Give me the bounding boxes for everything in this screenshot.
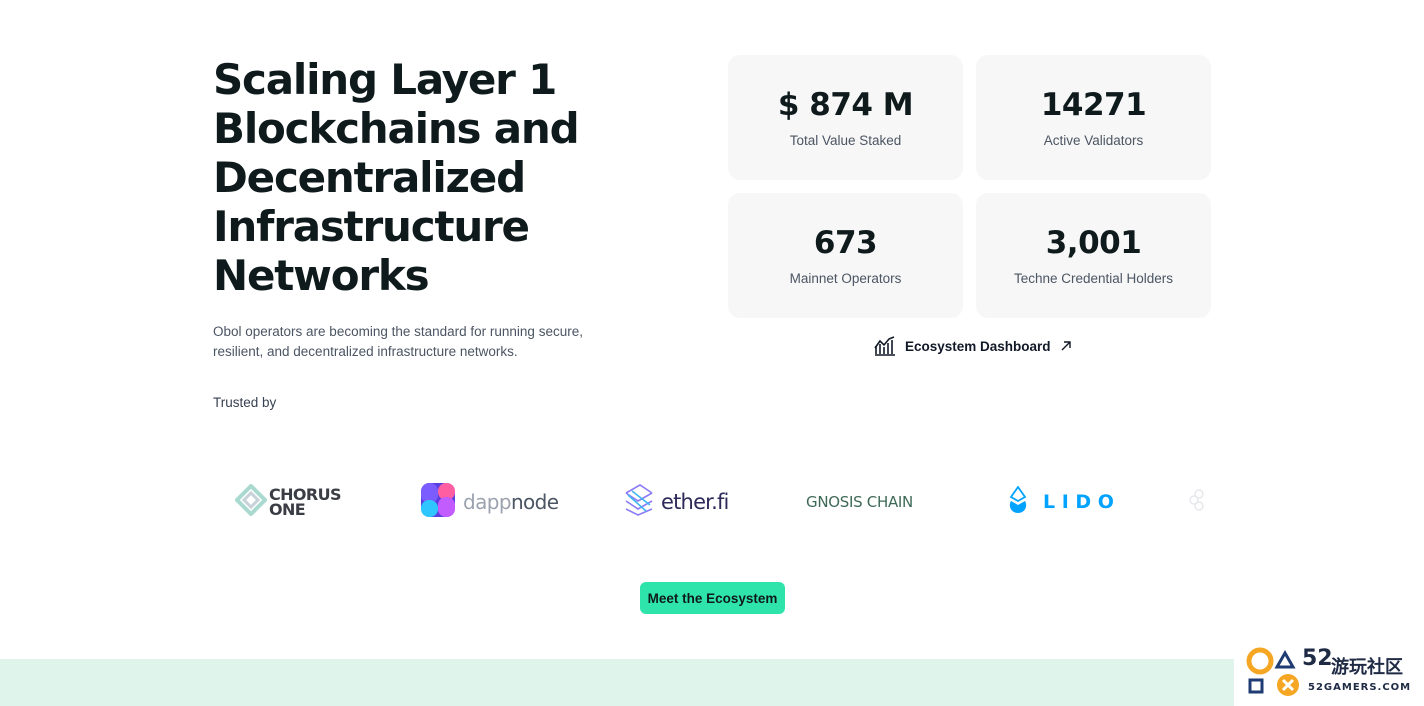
- stat-card-active-validators: 14271 Active Validators: [976, 55, 1211, 180]
- stat-card-total-value-staked: $ 874 M Total Value Staked: [728, 55, 963, 180]
- gnosis-chain-name: GNOSIS CHAIN: [806, 493, 913, 511]
- stat-value: $ 874 M: [777, 87, 914, 123]
- watermark-site: 52GAMERS.COM: [1308, 682, 1412, 693]
- stat-value: 3,001: [1045, 225, 1142, 261]
- etherfi-logo-icon: [622, 483, 658, 521]
- meet-the-ecosystem-button[interactable]: Meet the Ecosystem: [640, 582, 785, 614]
- lido-name: L I D O: [1043, 491, 1114, 513]
- stat-label: Total Value Staked: [789, 133, 902, 148]
- partner-logo-faded[interactable]: [1188, 478, 1210, 526]
- chart-line-icon: [874, 336, 896, 356]
- partner-logo-dappnode[interactable]: dappnode: [421, 478, 559, 526]
- stat-card-mainnet-operators: 673 Mainnet Operators: [728, 193, 963, 318]
- lido-logo-icon: [1008, 485, 1028, 518]
- chorus-one-line2: ONE: [269, 500, 306, 519]
- hero-description: Obol operators are becoming the standard…: [213, 324, 583, 359]
- ecosystem-dashboard-link[interactable]: Ecosystem Dashboard: [874, 334, 1072, 358]
- partner-logo-chorus-one[interactable]: CHORUS ONE: [234, 478, 342, 526]
- watermark-number: 52: [1302, 646, 1333, 671]
- hero-title: Scaling Layer 1 Blockchains and Decentra…: [213, 55, 580, 300]
- ecosystem-dashboard-label: Ecosystem Dashboard: [905, 338, 1051, 354]
- stat-value: 14271: [1040, 87, 1147, 123]
- dappnode-name-light: dapp: [463, 490, 512, 514]
- faded-partner-icon: [1188, 487, 1210, 517]
- partner-logo-lido[interactable]: L I D O: [1008, 478, 1114, 526]
- watermark-cn: 游玩社区: [1331, 657, 1403, 678]
- dappnode-logo-icon: [421, 483, 455, 521]
- site-watermark: 52 游玩社区 52GAMERS.COM: [1240, 643, 1424, 706]
- stat-label: Techne Credential Holders: [1013, 271, 1174, 286]
- stat-value: 673: [813, 225, 878, 261]
- arrow-up-right-icon: [1060, 340, 1072, 352]
- stat-label: Mainnet Operators: [789, 271, 902, 286]
- partner-logo-gnosis-chain[interactable]: GNOSIS CHAIN: [806, 478, 913, 526]
- stat-label: Active Validators: [1043, 133, 1144, 148]
- partner-logo-etherfi[interactable]: ether.fi: [622, 478, 729, 526]
- chorus-one-logo-icon: [234, 483, 268, 520]
- dappnode-name-bold: node: [510, 490, 559, 514]
- bottom-section-band: [0, 659, 1234, 706]
- stat-card-techne-credential-holders: 3,001 Techne Credential Holders: [976, 193, 1211, 318]
- etherfi-name: ether.fi: [661, 490, 729, 514]
- trusted-by-label: Trusted by: [213, 395, 277, 410]
